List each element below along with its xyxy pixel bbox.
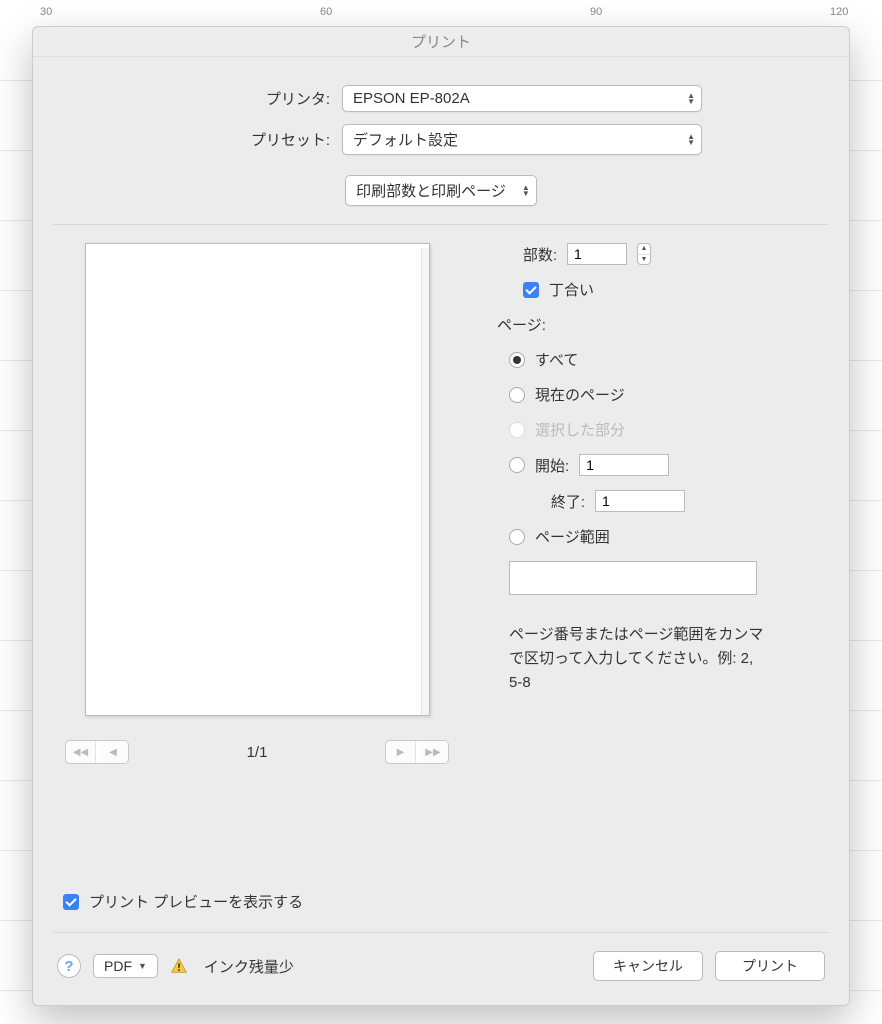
section-select[interactable]: 印刷部数と印刷ページ ▲▼ (345, 175, 537, 206)
radio-range[interactable] (509, 529, 525, 545)
radio-selection (509, 422, 525, 438)
last-page-button[interactable]: ▶▶ (418, 741, 448, 763)
next-page-button[interactable]: ▶ (386, 741, 416, 763)
prev-page-button[interactable]: ◀ (98, 741, 128, 763)
copies-label: 部数: (497, 244, 557, 265)
to-input[interactable] (595, 490, 685, 512)
radio-current-label: 現在のページ (535, 384, 625, 405)
help-button[interactable]: ? (57, 954, 81, 978)
page-indicator: 1/1 (247, 744, 268, 761)
page-preview (85, 243, 430, 716)
preset-label: プリセット: (180, 129, 330, 150)
radio-from[interactable] (509, 457, 525, 473)
radio-all[interactable] (509, 352, 525, 368)
top-form: プリンタ: EPSON EP-802A ▲▼ プリセット: デフォルト設定 ▲▼… (33, 57, 849, 224)
radio-selection-label: 選択した部分 (535, 419, 625, 440)
radio-from-label: 開始: (535, 455, 569, 476)
options-column: 部数: ▲ ▼ 丁合い ページ: すべて 現在のページ (457, 243, 825, 865)
preset-select[interactable]: デフォルト設定 ▲▼ (342, 124, 702, 155)
ruler: 30 60 90 120 (0, 6, 882, 26)
to-label: 終了: (535, 491, 585, 512)
ink-warning-label: インク残量少 (204, 956, 294, 977)
printer-label: プリンタ: (180, 88, 330, 109)
dialog-title: プリント (33, 27, 849, 57)
show-preview-checkbox[interactable] (63, 894, 79, 910)
stepper-up-icon: ▲ (638, 244, 650, 255)
chevron-down-icon: ▼ (138, 961, 147, 971)
preview-column: ◀◀ ◀ 1/1 ▶ ▶▶ (57, 243, 457, 865)
printer-select[interactable]: EPSON EP-802A ▲▼ (342, 85, 702, 112)
cancel-button[interactable]: キャンセル (593, 951, 703, 981)
range-note: ページ番号またはページ範囲をカンマで区切って入力してください。例: 2, 5-8 (509, 623, 769, 695)
pager: ◀◀ ◀ 1/1 ▶ ▶▶ (57, 740, 457, 764)
chevron-updown-icon: ▲▼ (522, 185, 530, 197)
stepper-down-icon: ▼ (638, 255, 650, 265)
radio-current[interactable] (509, 387, 525, 403)
radio-range-label: ページ範囲 (535, 526, 610, 547)
pages-label: ページ: (497, 314, 825, 335)
copies-input[interactable] (567, 243, 627, 265)
footer: ? PDF ▼ インク残量少 キャンセル プリント (33, 933, 849, 1005)
chevron-updown-icon: ▲▼ (687, 93, 695, 105)
show-preview-label: プリント プレビューを表示する (89, 891, 303, 912)
warning-icon (170, 957, 188, 975)
chevron-updown-icon: ▲▼ (687, 134, 695, 146)
print-dialog: プリント プリンタ: EPSON EP-802A ▲▼ プリセット: デフォルト… (32, 26, 850, 1006)
from-input[interactable] (579, 454, 669, 476)
print-button[interactable]: プリント (715, 951, 825, 981)
copies-stepper[interactable]: ▲ ▼ (637, 243, 651, 265)
section-value: 印刷部数と印刷ページ (356, 180, 506, 201)
radio-all-label: すべて (535, 349, 578, 370)
pdf-label: PDF (104, 958, 132, 974)
printer-value: EPSON EP-802A (353, 90, 470, 107)
first-page-button[interactable]: ◀◀ (66, 741, 96, 763)
preset-value: デフォルト設定 (353, 129, 458, 150)
range-input[interactable] (509, 561, 757, 595)
pdf-button[interactable]: PDF ▼ (93, 954, 158, 978)
collate-label: 丁合い (549, 279, 594, 300)
collate-checkbox[interactable] (523, 282, 539, 298)
